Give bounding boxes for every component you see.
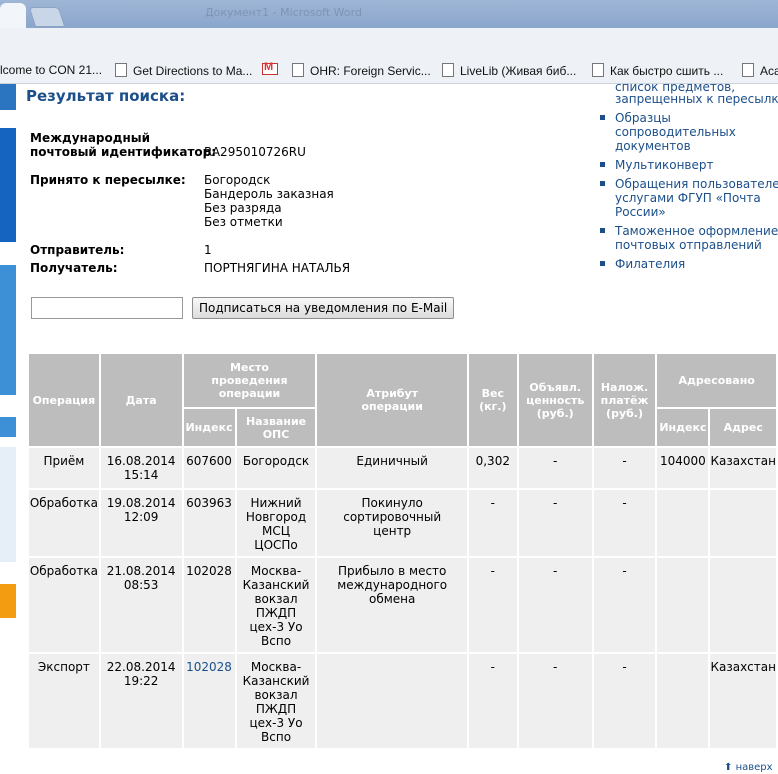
sender-label: Отправитель:	[30, 243, 125, 257]
accepted-label: Принято к пересылке:	[30, 173, 186, 187]
bullet-icon	[600, 115, 605, 120]
bullet-icon	[600, 228, 605, 233]
header-place: Место проведения операции	[183, 354, 316, 407]
table-row: Обработка 21.08.2014 08:53 102028 Москва…	[29, 558, 776, 652]
recipient-label: Получатель:	[30, 261, 118, 275]
bookmark-get-directions[interactable]: Get Directions to Ma...	[115, 63, 252, 78]
left-banner-promo[interactable]	[0, 265, 16, 395]
header-attribute: Атрибут операции	[317, 354, 467, 446]
page-title: Результат поиска:	[26, 87, 186, 105]
bookmark-ohr[interactable]: OHR: Foreign Servic...	[292, 63, 431, 78]
bullet-icon	[600, 181, 605, 186]
header-declared-value: Объявл. ценность (руб.)	[518, 354, 592, 446]
browser-toolbar	[0, 28, 778, 58]
bookmark-gmail[interactable]	[262, 61, 284, 77]
new-tab-button[interactable]	[28, 7, 66, 27]
page-icon	[115, 63, 127, 77]
header-weight: Вес (кг.)	[468, 354, 517, 446]
page-icon	[442, 63, 454, 77]
id-value: RA295010726RU	[204, 145, 306, 159]
bookmark-con21[interactable]: lcome to CON 21...	[0, 63, 102, 77]
recipient-value: ПОРТНЯГИНА НАТАЛЬЯ	[204, 261, 351, 275]
left-banner-map	[0, 447, 16, 562]
browser-tab[interactable]	[0, 3, 26, 28]
accepted-values: Богородск Бандероль заказная Без разряда…	[204, 173, 334, 229]
header-addr-address: Адрес	[710, 409, 776, 446]
sender-value: 1	[204, 243, 212, 257]
left-banner-top	[0, 84, 16, 110]
tracking-table: Операция Дата Место проведения операции …	[27, 352, 778, 750]
left-banner-orange[interactable]	[0, 584, 16, 618]
table-row: Приём 16.08.2014 15:14 607600 Богородск …	[29, 448, 776, 488]
page-icon	[292, 63, 304, 77]
header-place-name: Название ОПС	[236, 409, 316, 446]
page-icon	[592, 63, 604, 77]
header-operation: Операция	[29, 354, 99, 446]
arrow-up-icon: ⬆	[724, 762, 733, 773]
page-icon	[742, 63, 754, 77]
table-row: Обработка 19.08.2014 12:09 603963 Нижний…	[29, 490, 776, 556]
window-title: Документ1 - Microsoft Word	[205, 6, 362, 19]
browser-titlebar: Документ1 - Microsoft Word	[0, 0, 778, 28]
index-link[interactable]: 102028	[183, 654, 235, 748]
bullet-icon	[600, 162, 605, 167]
back-to-top-link[interactable]: ⬆ наверх	[724, 762, 773, 773]
email-input[interactable]	[31, 297, 183, 319]
header-date: Дата	[100, 354, 182, 446]
bookmark-aca[interactable]: Aca	[742, 63, 778, 78]
table-row: Экспорт 22.08.2014 19:22 102028 Москва-К…	[29, 654, 776, 748]
left-banner-blue[interactable]	[0, 128, 16, 242]
subscribe-email-button[interactable]: Подписаться на уведомления по E-Mail	[192, 297, 455, 319]
bookmark-kak-sshit[interactable]: Как быстро сшить ...	[592, 63, 723, 78]
gmail-icon	[262, 61, 278, 75]
header-cod: Налож. платёж (руб.)	[593, 354, 656, 446]
bookmark-livelib[interactable]: LiveLib (Живая биб...	[442, 63, 576, 78]
left-banner-small	[0, 417, 16, 437]
bullet-icon	[600, 261, 605, 266]
id-label: Международный почтовый идентификатор:	[30, 131, 217, 159]
header-addr-index: Индекс	[657, 409, 709, 446]
header-addressed: Адресовано	[657, 354, 776, 407]
header-place-index: Индекс	[183, 409, 235, 446]
